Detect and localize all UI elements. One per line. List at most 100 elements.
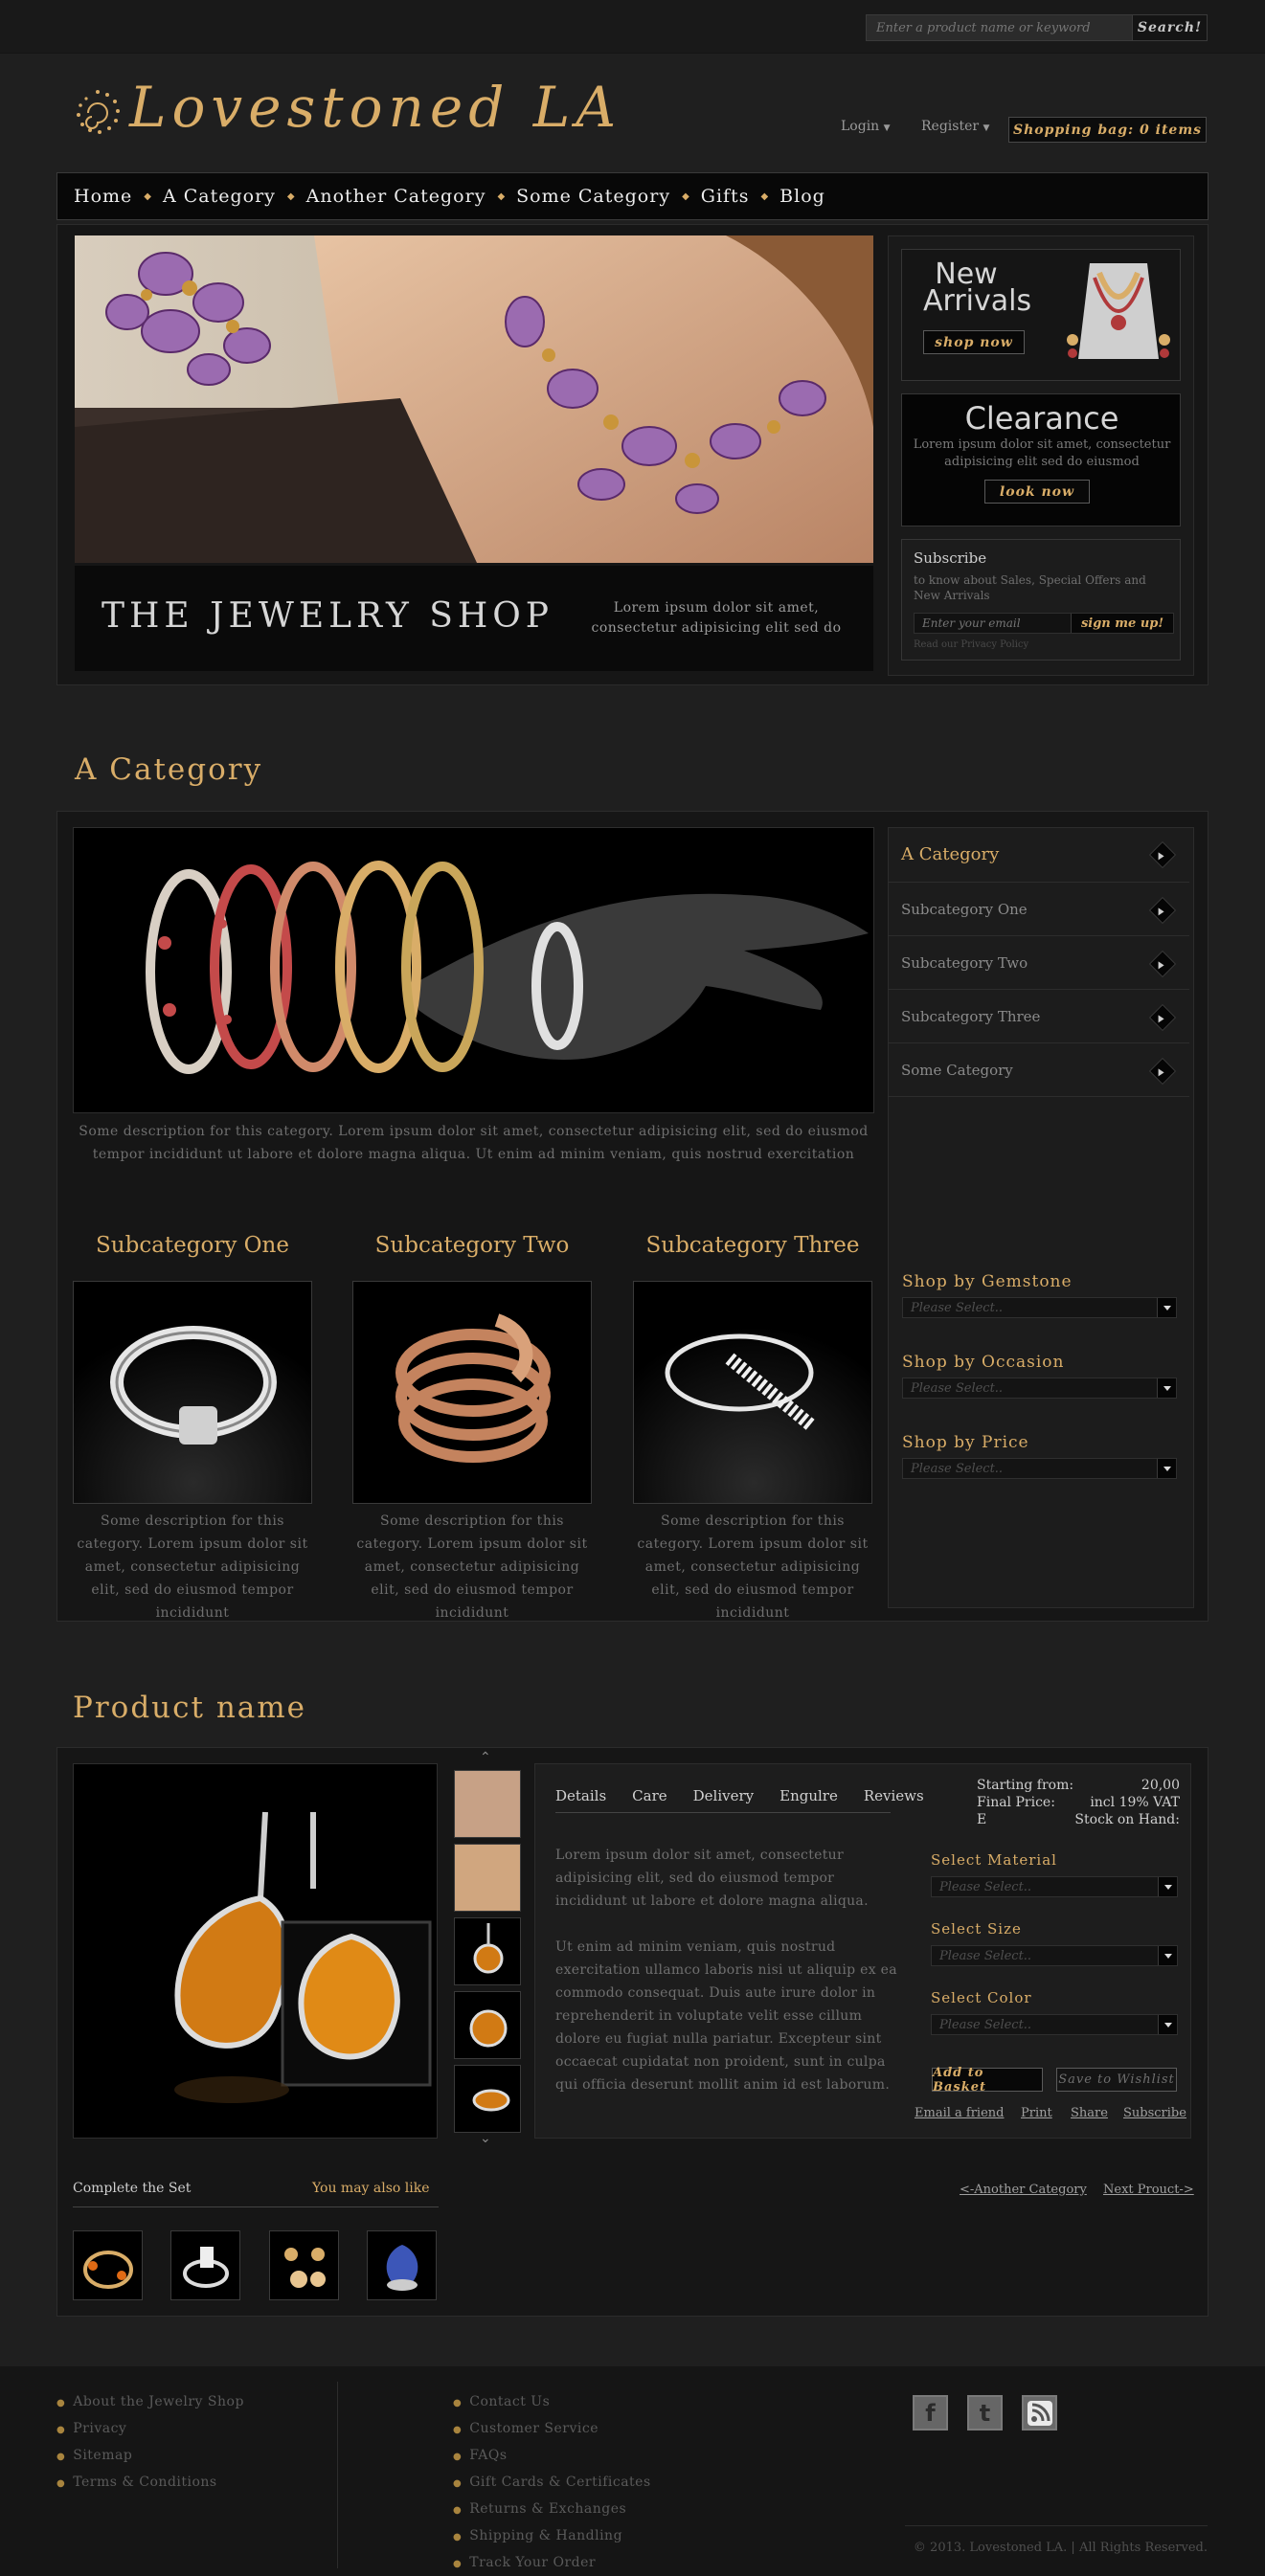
nav-item-home[interactable]: Home [74, 186, 132, 207]
category-title: A Category [75, 752, 263, 787]
clearance-box[interactable]: Clearance Lorem ipsum dolor sit amet, co… [901, 393, 1181, 526]
next-product-link[interactable]: Next Prouct-> [1103, 2183, 1194, 2197]
sidebar-item-label: A Category [901, 844, 1000, 864]
tab-reviews[interactable]: Reviews [864, 1787, 924, 1804]
nav-item-another-category[interactable]: Another Category [306, 186, 486, 207]
subscribe-box: Subscribe to know about Sales, Special O… [901, 539, 1181, 661]
subcategory-three-image[interactable] [633, 1281, 872, 1504]
related-item-thumbnail[interactable] [170, 2230, 240, 2300]
nav-item-gifts[interactable]: Gifts [701, 186, 750, 207]
previous-category-link[interactable]: <-Another Category [960, 2183, 1087, 2197]
sidebar-item-subcategory-one[interactable]: Subcategory One [888, 883, 1189, 936]
nav-item-blog[interactable]: Blog [779, 186, 825, 207]
subcategory-two-title[interactable]: Subcategory Two [352, 1233, 592, 1258]
subscribe-title: Subscribe [914, 549, 987, 567]
footer-link-about[interactable]: ● About the Jewelry Shop [56, 2389, 244, 2416]
subscribe-email-input[interactable] [915, 614, 1071, 633]
sidebar-item-some-category[interactable]: Some Category [888, 1043, 1189, 1097]
product-thumbnail[interactable] [454, 1917, 521, 1985]
footer-link-shipping[interactable]: ● Shipping & Handling [453, 2523, 651, 2550]
new-arrivals-box[interactable]: New Arrivals shop now [901, 249, 1181, 381]
hero-text: Lorem ipsum dolor sit amet, consectetur … [591, 600, 842, 636]
search-bar: Search! [866, 14, 1208, 41]
product-thumbnail[interactable] [454, 1770, 521, 1838]
look-now-button[interactable]: look now [984, 480, 1090, 504]
thumbnails-up-icon[interactable]: ⌃ [480, 1750, 491, 1765]
filter-gemstone-label: Shop by Gemstone [902, 1272, 1073, 1291]
product-thumbnail[interactable] [454, 1991, 521, 2059]
related-item-thumbnail[interactable] [367, 2230, 437, 2300]
search-input[interactable] [867, 15, 1132, 40]
tab-details[interactable]: Details [555, 1787, 606, 1804]
add-to-basket-button[interactable]: Add to Basket [932, 2066, 1043, 2094]
footer-link-sitemap[interactable]: ● Sitemap [56, 2443, 244, 2470]
hero-image[interactable] [75, 235, 873, 563]
product-main-image[interactable] [73, 1763, 438, 2139]
save-to-wishlist-button[interactable]: Save to Wishlist [1056, 2068, 1177, 2092]
hero-caption: THE JEWELRY SHOP Lorem ipsum dolor sit a… [75, 566, 873, 671]
filter-occasion-select[interactable]: Please Select.. [902, 1378, 1177, 1399]
sidebar-item-subcategory-two[interactable]: Subcategory Two [888, 936, 1189, 990]
tab-engulre[interactable]: Engulre [779, 1787, 838, 1804]
sidebar-item-label: Subcategory Three [901, 1007, 1041, 1025]
footer-link-customer-service[interactable]: ● Customer Service [453, 2416, 651, 2443]
related-item-thumbnail[interactable] [73, 2230, 143, 2300]
footer-col-1: ● About the Jewelry Shop ● Privacy ● Sitema… [56, 2389, 244, 2497]
email-friend-link[interactable]: Email a friend [915, 2106, 1004, 2120]
login-link[interactable]: Login ▼ [841, 119, 891, 134]
print-link[interactable]: Print [1021, 2106, 1052, 2120]
shop-now-button[interactable]: shop now [923, 330, 1025, 354]
footer-link-terms[interactable]: ● Terms & Conditions [56, 2470, 244, 2497]
product-thumbnail[interactable] [454, 2065, 521, 2133]
subscribe-link[interactable]: Subscribe [1123, 2106, 1186, 2120]
register-link[interactable]: Register ▼ [921, 119, 989, 134]
nav-item-some-category[interactable]: Some Category [516, 186, 670, 207]
shopping-bag-button[interactable]: Shopping bag: 0 items [1008, 117, 1207, 143]
sidebar-item-subcategory-three[interactable]: Subcategory Three [888, 990, 1189, 1043]
category-banner-image[interactable] [73, 827, 874, 1113]
size-select[interactable]: Please Select.. [931, 1945, 1178, 1966]
share-link[interactable]: Share [1071, 2106, 1108, 2120]
related-item-thumbnail[interactable] [269, 2230, 339, 2300]
subcategory-three-description: Some description for this category. Lore… [637, 1513, 869, 1621]
footer-link-faqs[interactable]: ● FAQs [453, 2443, 651, 2470]
select-value: Please Select.. [939, 1948, 1032, 1963]
footer-link-gift-cards[interactable]: ● Gift Cards & Certificates [453, 2470, 651, 2497]
footer-link-returns[interactable]: ● Returns & Exchanges [453, 2497, 651, 2523]
final-price-value: incl 19% VAT [1090, 1795, 1180, 1810]
login-label: Login [841, 119, 880, 134]
select-value: Please Select.. [939, 2017, 1032, 2032]
chevron-right-icon [1148, 1003, 1177, 1032]
thumbnails-down-icon[interactable]: ⌄ [480, 2131, 491, 2146]
subcategory-one-title[interactable]: Subcategory One [73, 1233, 312, 1258]
complete-set-tab[interactable]: Complete the Set [73, 2181, 191, 2196]
footer-link-contact[interactable]: ● Contact Us [453, 2389, 651, 2416]
subcategory-one-image[interactable] [73, 1281, 312, 1504]
clearance-title: Clearance [964, 400, 1119, 437]
tumblr-icon[interactable]: t [967, 2395, 1003, 2430]
search-button[interactable]: Search! [1132, 15, 1207, 40]
tab-care[interactable]: Care [632, 1787, 666, 1804]
product-description-1: Lorem ipsum dolor sit amet, consectetur … [555, 1848, 869, 1909]
filter-price-select[interactable]: Please Select.. [902, 1458, 1177, 1479]
privacy-policy-link[interactable]: Read our Privacy Policy [914, 639, 1028, 650]
filter-gemstone-select[interactable]: Please Select.. [902, 1297, 1177, 1318]
color-select[interactable]: Please Select.. [931, 2014, 1178, 2035]
logo-text[interactable]: Lovestoned LA [129, 75, 621, 140]
material-select[interactable]: Please Select.. [931, 1876, 1178, 1897]
subcategory-two-image[interactable] [352, 1281, 592, 1504]
sign-me-up-button[interactable]: sign me up! [1071, 614, 1173, 633]
rss-icon[interactable] [1022, 2395, 1057, 2430]
subcategory-three-title[interactable]: Subcategory Three [633, 1233, 872, 1258]
footer-link-privacy[interactable]: ● Privacy [56, 2416, 244, 2443]
also-like-tab[interactable]: You may also like [312, 2181, 430, 2196]
sidebar-item-a-category[interactable]: A Category [888, 827, 1189, 883]
product-thumbnail[interactable] [454, 1844, 521, 1912]
footer-link-track-order[interactable]: ● Track Your Order [453, 2550, 651, 2576]
footer-col-2: ● Contact Us ● Customer Service ● FAQs ● Gif… [453, 2389, 651, 2576]
chevron-right-icon [1148, 840, 1177, 869]
tab-delivery[interactable]: Delivery [693, 1787, 755, 1804]
facebook-icon[interactable]: f [913, 2395, 948, 2430]
filter-price-label: Shop by Price [902, 1433, 1029, 1452]
nav-item-a-category[interactable]: A Category [163, 186, 276, 207]
